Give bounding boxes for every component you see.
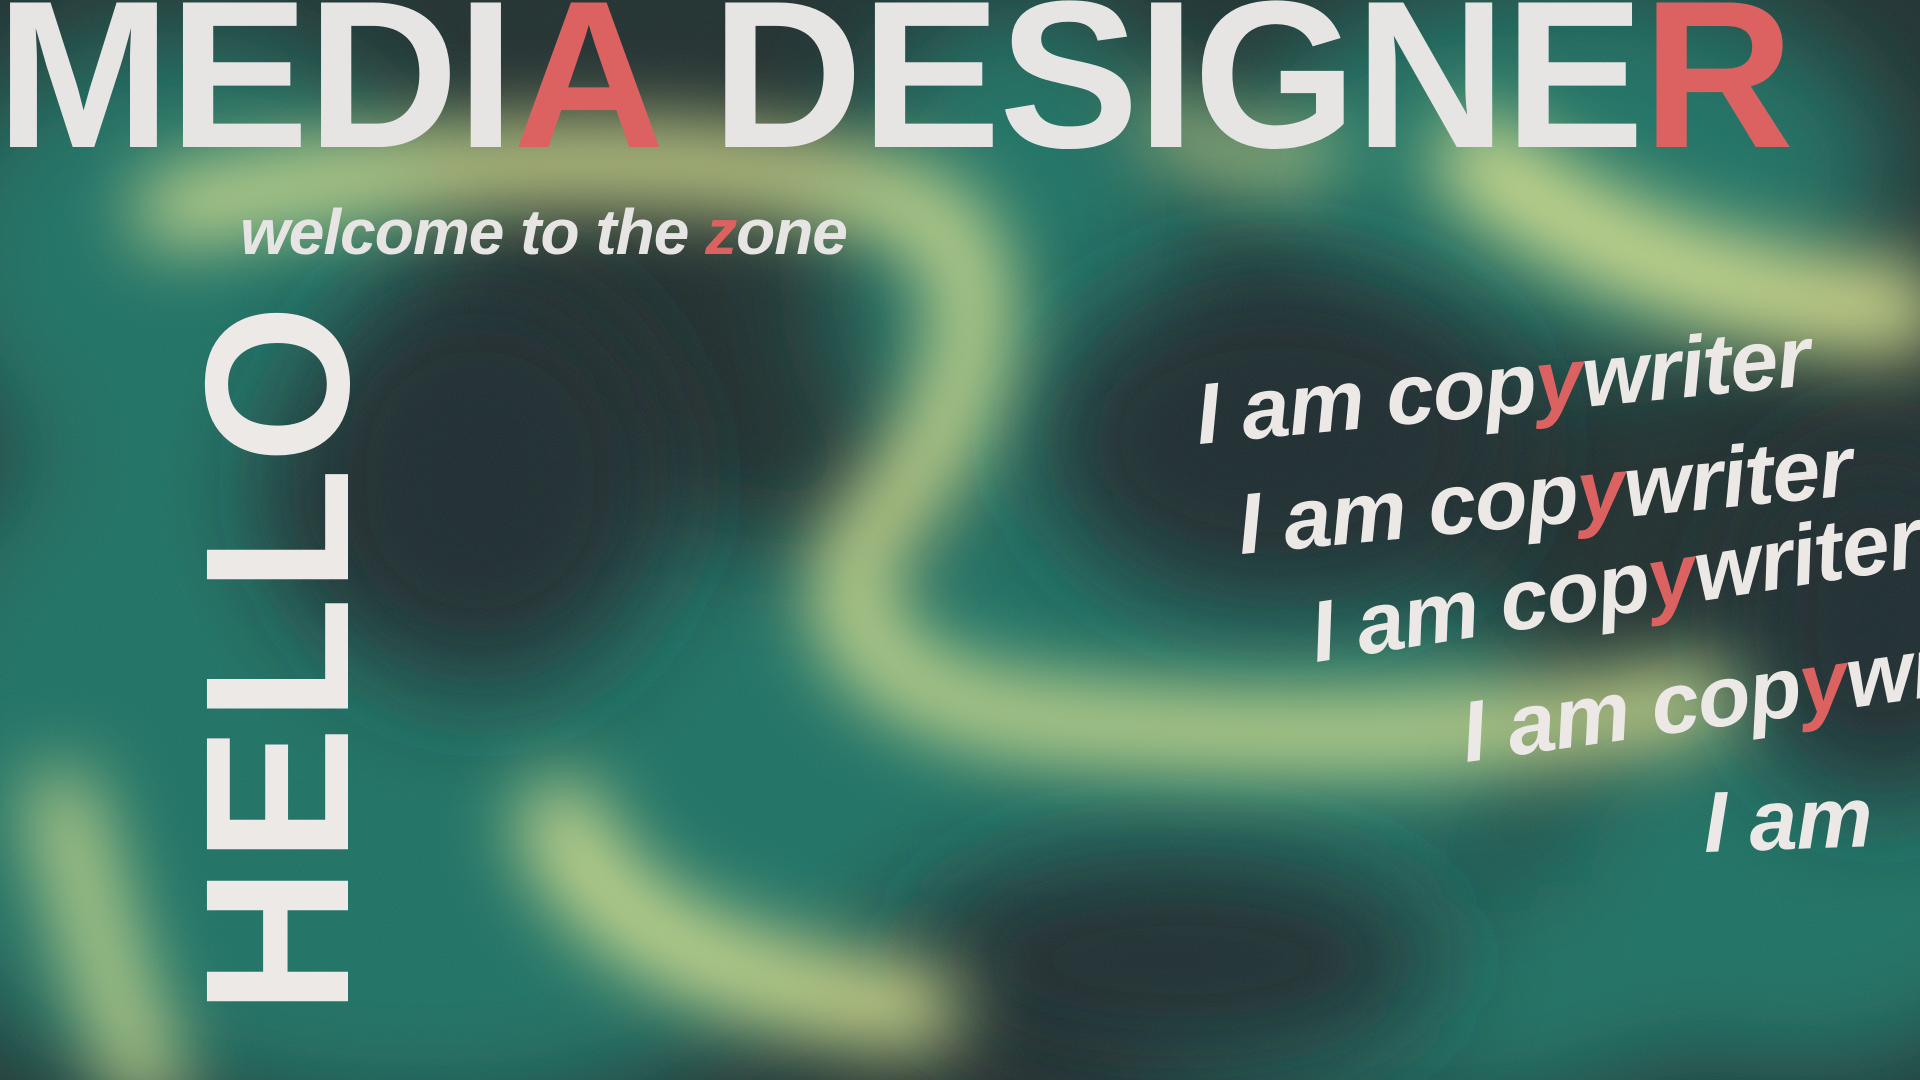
tagline-after: one (736, 196, 848, 268)
headline-accent-2: R (1642, 0, 1794, 192)
headline-accent-1: A (513, 0, 657, 192)
headline-media-designer: MEDIA DESIGNER (0, 0, 1794, 180)
poster-canvas: MEDIA DESIGNER welcome to the zone HELLO… (0, 0, 1920, 1080)
copywriter-line-text: I am (1701, 769, 1874, 871)
copywriter-line-5: I am (1702, 769, 1873, 871)
headline-part-2: DESIGNE (654, 0, 1644, 192)
tagline-accent: z (705, 196, 737, 268)
headline-part-1: MEDI (0, 0, 515, 192)
tagline: welcome to the zone (240, 200, 848, 264)
vertical-hello: HELLO (163, 300, 392, 1015)
tagline-before: welcome to the (240, 196, 706, 268)
